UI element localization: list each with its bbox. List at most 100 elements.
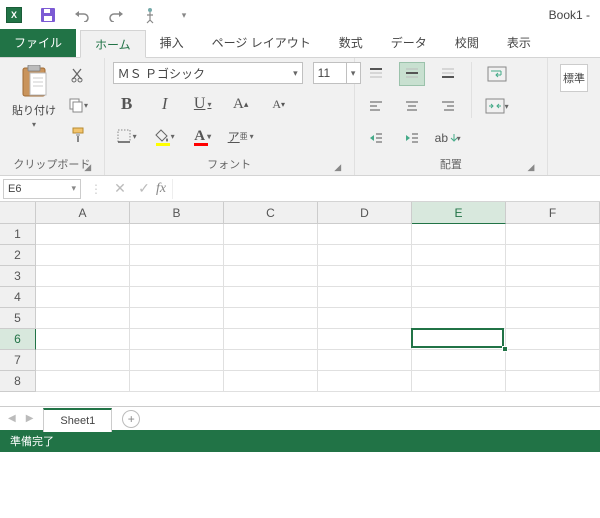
cell[interactable] (130, 371, 224, 392)
cell[interactable] (506, 329, 600, 350)
borders-button[interactable]: ▾ (113, 124, 141, 148)
cell[interactable] (506, 245, 600, 266)
cell[interactable] (224, 287, 318, 308)
cell[interactable] (506, 308, 600, 329)
align-left-icon[interactable] (363, 94, 389, 118)
cell[interactable] (412, 287, 506, 308)
fill-color-button[interactable]: ▾ (151, 124, 179, 148)
cell[interactable] (506, 350, 600, 371)
bold-button[interactable]: B (113, 92, 141, 116)
phonetic-button[interactable]: ア亜▾ (227, 124, 255, 148)
underline-button[interactable]: U▾ (189, 92, 217, 116)
cell[interactable] (412, 350, 506, 371)
tab-data[interactable]: データ (377, 29, 441, 57)
align-right-icon[interactable] (435, 94, 461, 118)
select-all-corner[interactable] (0, 202, 36, 224)
column-header[interactable]: F (506, 202, 600, 224)
column-header[interactable]: E (412, 202, 506, 224)
cell[interactable] (36, 329, 130, 350)
row-header[interactable]: 2 (0, 245, 36, 266)
cell[interactable] (224, 224, 318, 245)
cell[interactable] (506, 266, 600, 287)
tab-review[interactable]: 校閲 (441, 29, 493, 57)
cell[interactable] (318, 245, 412, 266)
touch-mode-icon[interactable] (142, 7, 158, 23)
tab-home[interactable]: ホーム (80, 30, 146, 58)
cell[interactable] (506, 371, 600, 392)
row-header[interactable]: 4 (0, 287, 36, 308)
cell[interactable] (506, 224, 600, 245)
cell[interactable] (318, 224, 412, 245)
cell[interactable] (36, 266, 130, 287)
cell[interactable] (318, 350, 412, 371)
row-header[interactable]: 5 (0, 308, 36, 329)
row-header[interactable]: 7 (0, 350, 36, 371)
decrease-indent-icon[interactable] (363, 126, 389, 150)
cell[interactable] (130, 224, 224, 245)
grow-font-button[interactable]: A▴ (227, 92, 255, 116)
increase-indent-icon[interactable] (399, 126, 425, 150)
cut-icon[interactable] (66, 64, 90, 86)
cell-style-normal[interactable]: 標準 (556, 62, 592, 94)
tab-insert[interactable]: 挿入 (146, 29, 198, 57)
cell[interactable] (130, 329, 224, 350)
cell[interactable] (36, 245, 130, 266)
cell[interactable] (36, 224, 130, 245)
cell[interactable] (506, 287, 600, 308)
new-sheet-icon[interactable]: + (122, 410, 140, 428)
merge-cells-icon[interactable]: ▾ (480, 94, 514, 118)
cell[interactable] (224, 308, 318, 329)
align-center-icon[interactable] (399, 94, 425, 118)
font-size-combo[interactable]: 11 (313, 62, 347, 84)
sheet-nav-next-icon[interactable]: ▶ (26, 413, 34, 424)
column-header[interactable]: D (318, 202, 412, 224)
format-painter-icon[interactable] (66, 124, 90, 146)
column-header[interactable]: A (36, 202, 130, 224)
cell[interactable] (36, 371, 130, 392)
cell[interactable] (412, 308, 506, 329)
column-header[interactable]: C (224, 202, 318, 224)
name-box[interactable]: E6 ▾ (3, 179, 81, 199)
worksheet-grid[interactable]: ABCDEF 12345678 (0, 202, 600, 406)
fill-handle[interactable] (502, 346, 508, 352)
cell[interactable] (224, 371, 318, 392)
font-color-button[interactable]: A ▾ (189, 124, 217, 148)
fx-icon[interactable]: fx (156, 181, 172, 197)
italic-button[interactable]: I (151, 92, 179, 116)
sheet-nav-prev-icon[interactable]: ◀ (8, 413, 16, 424)
cell[interactable] (130, 287, 224, 308)
row-header[interactable]: 1 (0, 224, 36, 245)
column-header[interactable]: B (130, 202, 224, 224)
cell[interactable] (130, 350, 224, 371)
font-name-combo[interactable]: ＭＳ Ｐゴシック ▾ (113, 62, 303, 84)
cell[interactable] (36, 308, 130, 329)
cell[interactable] (318, 287, 412, 308)
cell[interactable] (412, 224, 506, 245)
sheet-tab[interactable]: Sheet1 (43, 408, 112, 432)
cell[interactable] (36, 287, 130, 308)
cell[interactable] (412, 329, 506, 350)
shrink-font-button[interactable]: A▾ (265, 92, 293, 116)
cell[interactable] (412, 266, 506, 287)
align-top-icon[interactable] (363, 62, 389, 86)
cell[interactable] (130, 308, 224, 329)
cell[interactable] (224, 266, 318, 287)
align-middle-icon[interactable] (399, 62, 425, 86)
cell[interactable] (318, 308, 412, 329)
cell[interactable] (224, 245, 318, 266)
cell[interactable] (412, 245, 506, 266)
paste-caret-icon[interactable]: ▾ (32, 120, 36, 129)
cell[interactable] (224, 329, 318, 350)
row-header[interactable]: 6 (0, 329, 36, 350)
clipboard-dialog-launcher-icon[interactable]: ◢ (82, 161, 94, 173)
cell[interactable] (318, 371, 412, 392)
tab-view[interactable]: 表示 (493, 29, 545, 57)
formula-input[interactable] (172, 179, 600, 199)
cell[interactable] (412, 371, 506, 392)
wrap-text-icon[interactable] (480, 62, 514, 86)
paste-button[interactable]: 貼り付け ▾ (8, 62, 60, 131)
undo-icon[interactable] (74, 7, 90, 23)
cell[interactable] (130, 266, 224, 287)
orientation-icon[interactable]: ab▾ (435, 126, 461, 150)
font-dialog-launcher-icon[interactable]: ◢ (332, 161, 344, 173)
